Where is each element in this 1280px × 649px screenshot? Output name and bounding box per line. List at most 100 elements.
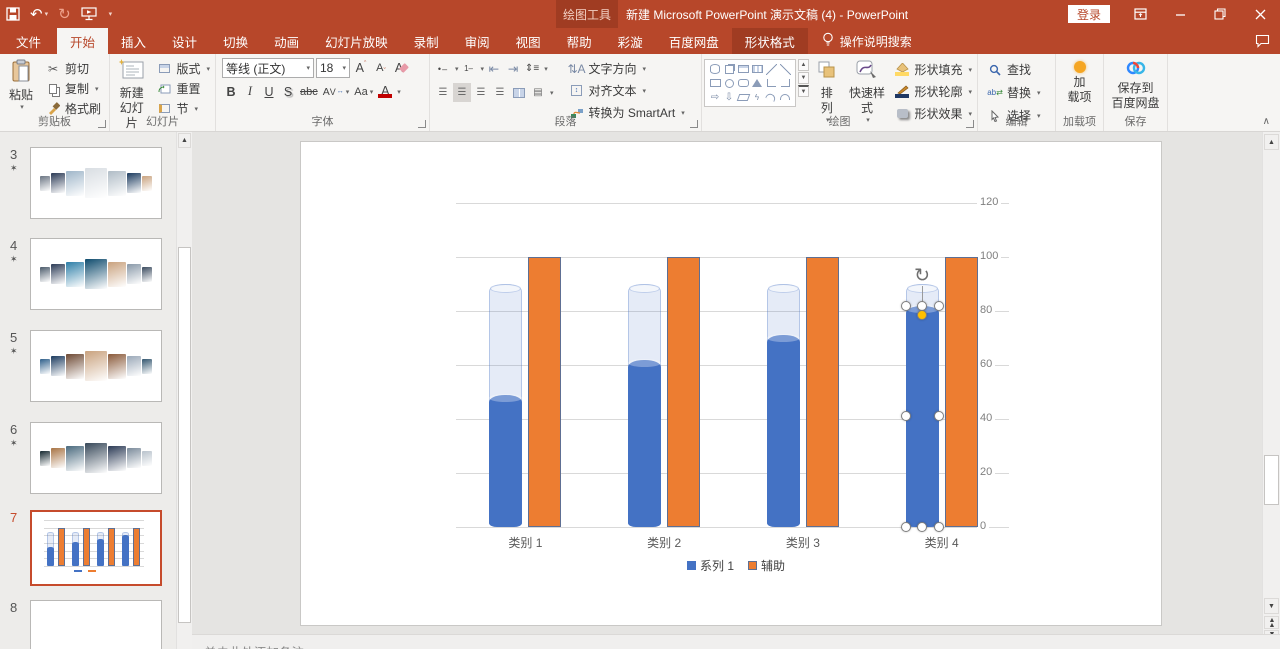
tab-插入[interactable]: 插入 [108, 28, 159, 54]
bold-button[interactable]: B [222, 82, 240, 101]
paragraph-dialog-launcher-icon[interactable] [690, 120, 698, 128]
tab-录制[interactable]: 录制 [401, 28, 452, 54]
notes-pane[interactable]: 单击此处添加备注 [192, 634, 1280, 649]
series1-bar-3[interactable] [97, 539, 104, 566]
adjust-handle[interactable] [917, 310, 927, 320]
aux-bar-3[interactable] [108, 528, 115, 566]
slide-thumbnail-3[interactable] [30, 147, 162, 219]
tab-file[interactable]: 文件 [0, 28, 57, 54]
shape-outline-button[interactable]: 形状轮廓▾ [891, 82, 975, 101]
tab-帮助[interactable]: 帮助 [554, 28, 605, 54]
gallery-down-icon[interactable]: ▼ [798, 72, 809, 84]
aux-bar-4[interactable] [945, 257, 978, 527]
bar-chart[interactable]: 020406080100120类别 1类别 2类别 3类别 4系列 1辅助↻ [456, 191, 1016, 581]
selection-handle[interactable] [901, 522, 911, 532]
selection-handle[interactable] [934, 411, 944, 421]
align-center-icon[interactable]: ☰ [453, 83, 471, 102]
gallery-up-icon[interactable]: ▲ [798, 59, 809, 71]
tab-开始[interactable]: 开始 [57, 28, 108, 54]
change-case-button[interactable]: Aa▾ [352, 82, 375, 101]
series1-bar-2[interactable] [628, 360, 661, 527]
copy-button[interactable]: 复制▾ [42, 79, 104, 98]
slide-thumbnail-7[interactable] [30, 510, 162, 586]
drawing-dialog-launcher-icon[interactable] [966, 120, 974, 128]
slide-thumbnail-4[interactable] [30, 238, 162, 310]
bullets-icon[interactable]: •– [434, 59, 452, 78]
scroll-down-icon[interactable]: ▼ [1264, 598, 1279, 614]
start-slideshow-icon[interactable] [81, 7, 97, 21]
align-right-icon[interactable]: ☰ [472, 83, 490, 102]
aux-bar-3[interactable] [806, 257, 839, 527]
shadow-button[interactable]: S [279, 82, 297, 101]
tab-幻灯片放映[interactable]: 幻灯片放映 [312, 28, 401, 54]
paste-button[interactable]: 粘贴▾ [2, 57, 40, 115]
font-name-combo[interactable]: 等线 (正文)▾ [222, 58, 314, 78]
thumb-scroll-up-icon[interactable]: ▲ [178, 133, 191, 148]
arrange-button[interactable]: 排列▾ [811, 57, 843, 115]
tab-百度网盘[interactable]: 百度网盘 [656, 28, 732, 54]
shrink-font-icon[interactable]: Aˇ [372, 59, 390, 78]
increase-indent-icon[interactable]: ⇥ [504, 59, 522, 78]
slide-7-canvas[interactable]: 020406080100120类别 1类别 2类别 3类别 4系列 1辅助↻ [300, 141, 1162, 626]
series1-bar-2[interactable] [72, 542, 79, 566]
rotate-handle-icon[interactable]: ↻ [914, 264, 930, 287]
slide-thumbnail-5[interactable] [30, 330, 162, 402]
undo-icon[interactable]: ↶▾ [30, 7, 48, 22]
shapes-gallery[interactable]: ⇨⇩ϟ [704, 59, 796, 107]
customize-qat-icon[interactable]: ▾ [107, 11, 113, 18]
selection-handle[interactable] [917, 522, 927, 532]
sign-in-button[interactable]: 登录 [1068, 5, 1110, 23]
reset-button[interactable]: 重置 [153, 79, 213, 98]
justify-icon[interactable]: ☰ [491, 83, 509, 102]
align-text-button[interactable]: ↕对齐文本▾ [566, 81, 688, 100]
clear-formatting-icon[interactable]: A [392, 59, 410, 78]
layout-button[interactable]: 版式▾ [153, 59, 213, 78]
selection-handle[interactable] [934, 522, 944, 532]
decrease-indent-icon[interactable]: ⇤ [485, 59, 503, 78]
tab-设计[interactable]: 设计 [159, 28, 210, 54]
main-scrollbar[interactable]: ▲ ▼ ▲▲ ▼▼ [1262, 132, 1280, 645]
new-slide-button[interactable]: 新建 幻灯片▾ [112, 57, 151, 115]
series1-bar-1[interactable] [489, 395, 522, 527]
aux-bar-4[interactable] [133, 528, 140, 566]
redo-icon[interactable]: ↻ [58, 7, 71, 22]
scroll-up-icon[interactable]: ▲ [1264, 134, 1279, 150]
tell-me-search[interactable]: 操作说明搜索 [808, 28, 912, 54]
selection-handle[interactable] [934, 301, 944, 311]
underline-button[interactable]: U [260, 82, 278, 101]
replace-button[interactable]: ab⇄替换▾ [984, 83, 1049, 102]
clipboard-dialog-launcher-icon[interactable] [98, 120, 106, 128]
tab-彩漩[interactable]: 彩漩 [605, 28, 656, 54]
minimize-icon[interactable] [1160, 0, 1200, 28]
ribbon-display-options-icon[interactable] [1120, 0, 1160, 28]
selection-handle[interactable] [901, 301, 911, 311]
line-spacing-icon[interactable]: ⇕≡ [523, 59, 541, 78]
tab-切换[interactable]: 切换 [210, 28, 261, 54]
thumbnails-scrollbar[interactable]: ▲ [176, 132, 192, 649]
aux-bar-1[interactable] [528, 257, 561, 527]
add-remove-columns-icon[interactable]: ▤ [529, 83, 547, 102]
aux-bar-2[interactable] [83, 528, 90, 566]
tab-视图[interactable]: 视图 [503, 28, 554, 54]
slide-thumbnail-6[interactable] [30, 422, 162, 494]
slide-thumbnail-8[interactable] [30, 600, 162, 649]
strikethrough-button[interactable]: abc [298, 82, 320, 101]
font-size-combo[interactable]: 18▾ [316, 58, 350, 78]
series1-bar-4[interactable] [122, 535, 129, 566]
cut-button[interactable]: ✂剪切 [42, 59, 104, 78]
addins-button[interactable]: 加 载项 [1058, 57, 1101, 107]
close-icon[interactable] [1240, 0, 1280, 28]
align-left-icon[interactable]: ☰ [434, 83, 452, 102]
grow-font-icon[interactable]: Aˆ [352, 59, 370, 78]
text-direction-button[interactable]: ⇅A文字方向▾ [566, 59, 688, 78]
scroll-thumb[interactable] [1264, 455, 1279, 505]
tab-动画[interactable]: 动画 [261, 28, 312, 54]
font-color-button[interactable]: A [376, 82, 394, 101]
collapse-ribbon-icon[interactable]: ∧ [1263, 116, 1270, 127]
comment-icon[interactable] [1255, 28, 1270, 54]
series1-bar-3[interactable] [767, 335, 800, 527]
italic-button[interactable]: I [241, 82, 259, 101]
tab-shape-format[interactable]: 形状格式 [732, 28, 808, 54]
thumb-scroll-thumb[interactable] [178, 247, 191, 623]
series1-bar-1[interactable] [47, 547, 54, 566]
